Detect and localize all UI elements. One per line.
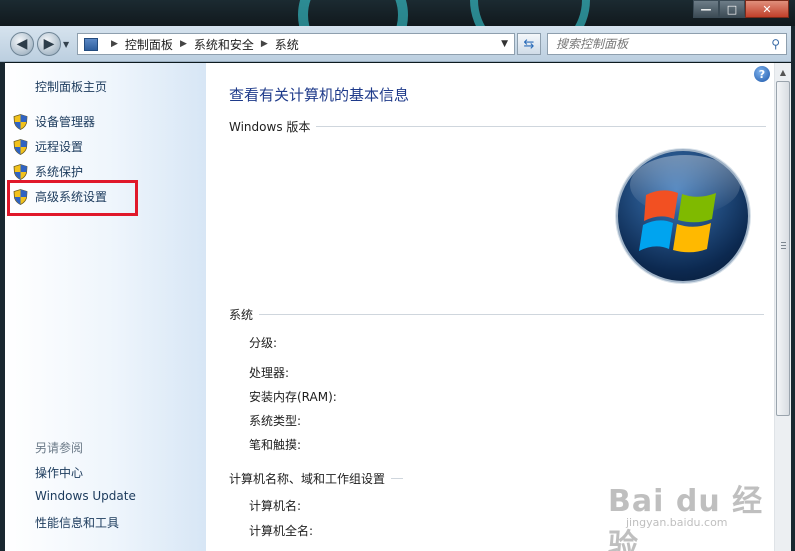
- watermark: Bai du 经验 jingyan.baidu.com: [608, 472, 768, 551]
- windows-logo: [616, 149, 750, 283]
- action-center-link[interactable]: 操作中心: [35, 464, 83, 481]
- chevron-right-icon[interactable]: ▶: [261, 39, 268, 49]
- sidebar-item-label: 系统保护: [35, 165, 84, 179]
- task-pane: 控制面板主页 设备管理器 远程设置 系统保护 高级系统设置 另请参阅 操作中心 …: [5, 63, 206, 551]
- help-icon[interactable]: ?: [754, 66, 770, 82]
- breadcrumb-control-panel[interactable]: 控制面板: [125, 36, 173, 53]
- refresh-icon: ⇆: [523, 36, 535, 52]
- field-rating: 分级:: [249, 336, 278, 350]
- title-bar: — □ ✕: [0, 0, 795, 26]
- sidebar-item-system-protection[interactable]: 系统保护: [13, 163, 83, 180]
- window-frame-right: [791, 26, 795, 551]
- control-panel-icon: [84, 37, 98, 51]
- search-input[interactable]: [548, 34, 758, 54]
- field-pen-touch: 笔和触摸:: [249, 438, 302, 452]
- divider: [259, 314, 765, 315]
- scrollbar-thumb[interactable]: [776, 81, 790, 416]
- back-button[interactable]: ◀: [10, 32, 34, 56]
- sidebar-item-device-manager[interactable]: 设备管理器: [13, 113, 95, 130]
- section-label: 计算机名称、域和工作组设置: [229, 472, 386, 486]
- performance-tools-link[interactable]: 性能信息和工具: [35, 514, 119, 531]
- maximize-button[interactable]: □: [719, 0, 745, 18]
- uac-shield-icon: [13, 113, 28, 130]
- section-label: 系统: [229, 308, 254, 322]
- arrow-left-icon: ◀: [16, 36, 28, 52]
- field-memory: 安装内存(RAM):: [249, 390, 337, 404]
- scroll-up-button[interactable]: ▲: [775, 64, 791, 80]
- refresh-button[interactable]: ⇆: [517, 33, 541, 55]
- see-also-heading: 另请参阅: [35, 441, 84, 455]
- search-box: ⚲: [547, 33, 787, 55]
- chevron-right-icon[interactable]: ▶: [111, 39, 118, 49]
- windows-flag-icon: [639, 190, 716, 253]
- sidebar-item-remote-settings[interactable]: 远程设置: [13, 138, 83, 155]
- sidebar-item-label: 设备管理器: [35, 115, 96, 129]
- navigation-bar: ◀ ▶ ▼ ▶ 控制面板 ▶ 系统和安全 ▶ 系统 ▼ ⇆ ⚲: [0, 26, 795, 62]
- desktop-glow: [470, 0, 590, 26]
- system-heading: 系统: [229, 306, 765, 323]
- field-processor: 处理器:: [249, 366, 290, 380]
- chevron-right-icon[interactable]: ▶: [180, 39, 187, 49]
- vertical-scrollbar[interactable]: ▲: [774, 63, 791, 551]
- field-system-type: 系统类型:: [249, 414, 302, 428]
- uac-shield-icon: [13, 163, 28, 180]
- field-computer-name: 计算机名:: [249, 499, 302, 513]
- arrow-right-icon: ▶: [43, 36, 55, 52]
- close-button[interactable]: ✕: [745, 0, 789, 18]
- watermark-url: jingyan.baidu.com: [626, 516, 728, 529]
- section-label: Windows 版本: [229, 120, 311, 134]
- sidebar-item-label: 远程设置: [35, 140, 84, 154]
- uac-shield-icon: [13, 138, 28, 155]
- watermark-brand: Bai du 经验: [608, 484, 764, 551]
- recent-pages-dropdown[interactable]: ▼: [63, 40, 69, 49]
- grip-icon: [781, 242, 786, 251]
- windows-update-link[interactable]: Windows Update: [35, 489, 136, 503]
- search-icon[interactable]: ⚲: [771, 37, 780, 51]
- control-panel-home-link[interactable]: 控制面板主页: [35, 78, 107, 95]
- desktop-glow: [298, 0, 408, 26]
- chevron-down-icon[interactable]: ▼: [501, 39, 508, 49]
- breadcrumb-system[interactable]: 系统: [275, 36, 299, 53]
- breadcrumb-system-security[interactable]: 系统和安全: [194, 36, 254, 53]
- page-title: 查看有关计算机的基本信息: [229, 86, 410, 104]
- minimize-button[interactable]: —: [693, 0, 719, 18]
- address-bar[interactable]: ▶ 控制面板 ▶ 系统和安全 ▶ 系统 ▼: [77, 33, 515, 55]
- highlight-box: [7, 180, 138, 216]
- field-full-computer-name: 计算机全名:: [249, 524, 314, 538]
- windows-edition-heading: Windows 版本: [229, 118, 767, 135]
- forward-button[interactable]: ▶: [37, 32, 61, 56]
- divider: [316, 126, 767, 127]
- window-controls: — □ ✕: [693, 0, 789, 18]
- divider: [391, 478, 404, 479]
- computer-name-heading: 计算机名称、域和工作组设置: [229, 470, 404, 487]
